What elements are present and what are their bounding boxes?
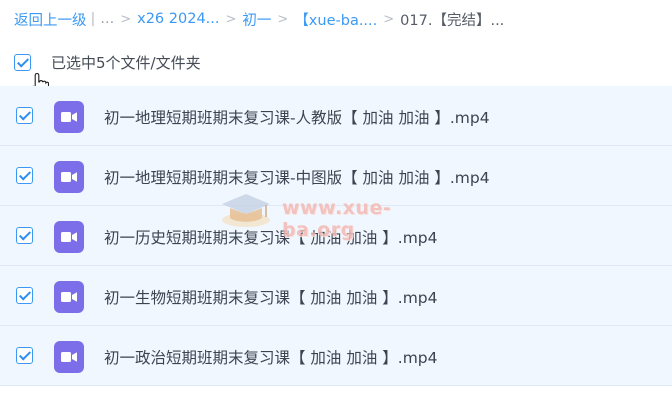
back-link[interactable]: 返回上一级 [14, 9, 87, 30]
file-row[interactable]: 初一生物短期班期末复习课【 加油 加油 】.mp4 [0, 266, 672, 326]
video-file-icon [54, 101, 84, 133]
video-file-icon [54, 341, 84, 373]
file-name[interactable]: 初一地理短期班期末复习课-中图版【 加油 加油 】.mp4 [104, 166, 490, 188]
file-row[interactable]: 初一地理短期班期末复习课-中图版【 加油 加油 】.mp4 [0, 146, 672, 206]
file-row[interactable]: 初一历史短期班期末复习课【 加油 加油 】.mp4 [0, 206, 672, 266]
file-checkbox[interactable] [16, 167, 33, 184]
select-all-bar: 已选中5个文件/文件夹 [14, 50, 201, 74]
breadcrumb-ellipsis[interactable]: ... [100, 11, 114, 27]
video-file-icon [54, 281, 84, 313]
chevron-right-icon: > [277, 11, 289, 27]
file-name[interactable]: 初一地理短期班期末复习课-人教版【 加油 加油 】.mp4 [104, 106, 490, 128]
chevron-right-icon: > [383, 11, 395, 27]
selection-count-label: 已选中5个文件/文件夹 [51, 53, 201, 72]
video-file-icon [54, 221, 84, 253]
file-checkbox[interactable] [16, 347, 33, 364]
breadcrumb-item-grade7[interactable]: 初一 [242, 9, 271, 30]
chevron-right-icon: > [225, 11, 237, 27]
breadcrumb-item-x26[interactable]: x26 2024... [137, 11, 219, 27]
chevron-right-icon: > [120, 11, 132, 27]
file-name[interactable]: 初一生物短期班期末复习课【 加油 加油 】.mp4 [104, 286, 438, 308]
file-checkbox[interactable] [16, 227, 33, 244]
file-row[interactable]: 初一政治短期班期末复习课【 加油 加油 】.mp4 [0, 326, 672, 386]
file-name[interactable]: 初一政治短期班期末复习课【 加油 加油 】.mp4 [104, 346, 438, 368]
breadcrumb-item-current: 017.【完结】... [400, 12, 505, 29]
file-list: 初一地理短期班期末复习课-人教版【 加油 加油 】.mp4 初一地理短期班期末复… [0, 86, 672, 386]
file-checkbox[interactable] [16, 287, 33, 304]
breadcrumb: 返回上一级 | ... > x26 2024... > 初一 > 【xue-ba… [14, 8, 504, 30]
breadcrumb-divider: | [90, 11, 96, 27]
file-name[interactable]: 初一历史短期班期末复习课【 加油 加油 】.mp4 [104, 226, 438, 248]
file-row[interactable]: 初一地理短期班期末复习课-人教版【 加油 加油 】.mp4 [0, 86, 672, 146]
select-all-checkbox[interactable] [14, 53, 31, 71]
file-checkbox[interactable] [16, 107, 33, 124]
video-file-icon [54, 161, 84, 193]
breadcrumb-item-xueba[interactable]: 【xue-ba.... [294, 9, 377, 30]
